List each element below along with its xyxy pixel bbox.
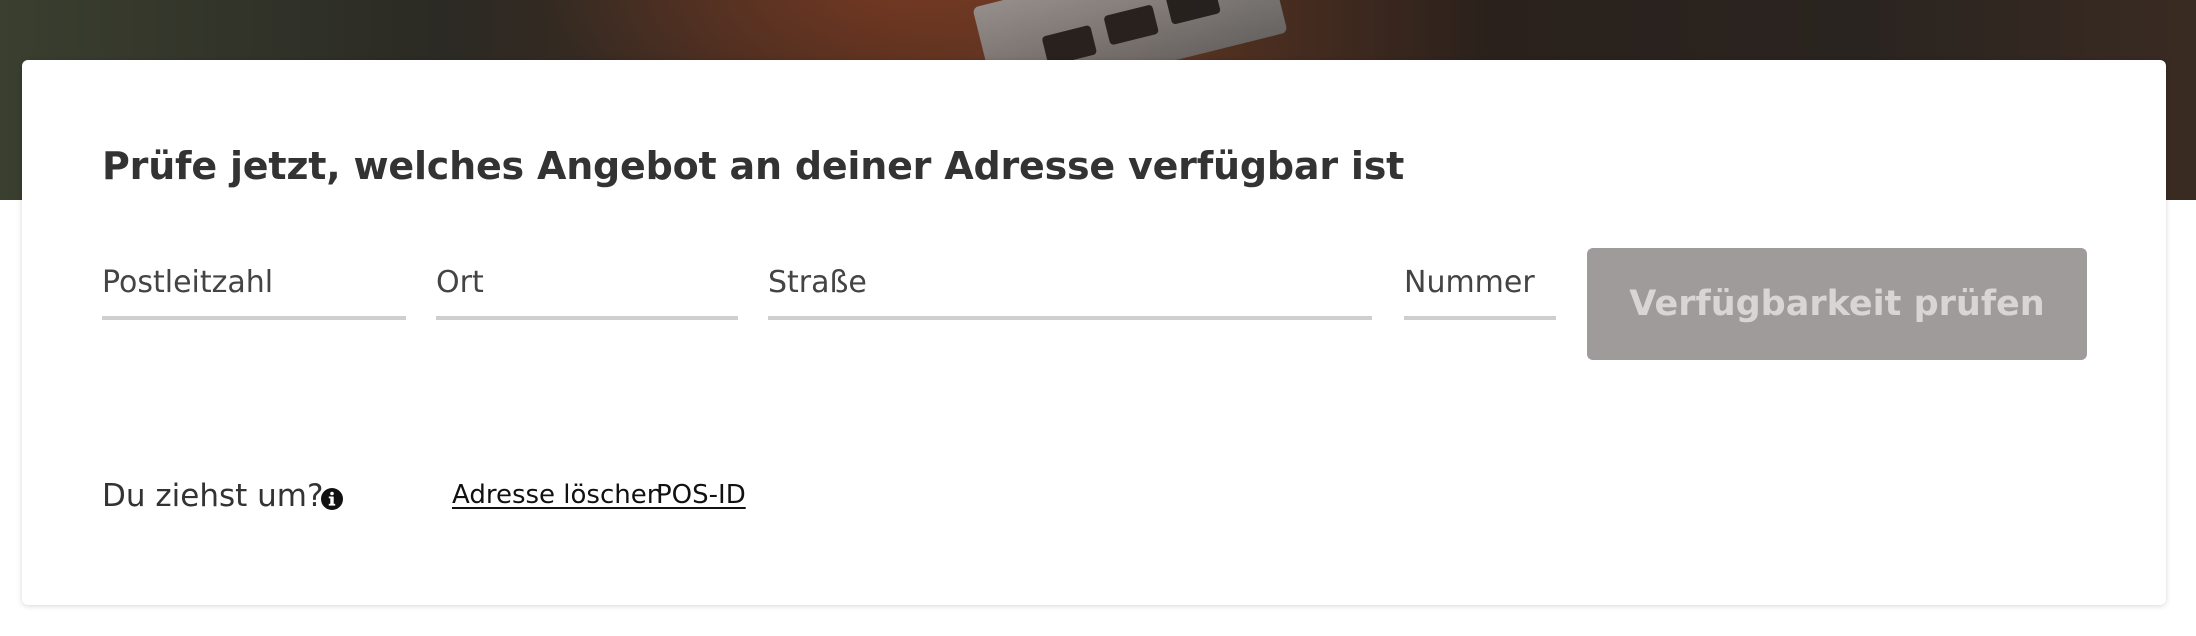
street-input[interactable] <box>768 248 1372 316</box>
laptop-key <box>1103 4 1160 46</box>
page: Prüfe jetzt, welches Angebot an deiner A… <box>0 0 2196 636</box>
pos-id-link[interactable]: POS-ID <box>656 480 746 510</box>
postal-code-field <box>102 248 406 320</box>
info-icon[interactable] <box>320 487 344 511</box>
postal-code-input[interactable] <box>102 248 406 316</box>
moving-label: Du ziehst um? <box>102 478 324 514</box>
street-field <box>768 248 1372 320</box>
city-field <box>436 248 738 320</box>
check-availability-button[interactable]: Verfügbarkeit prüfen <box>1587 248 2087 360</box>
card-title: Prüfe jetzt, welches Angebot an deiner A… <box>102 144 1405 188</box>
city-input[interactable] <box>436 248 738 316</box>
house-number-field <box>1404 248 1556 320</box>
clear-address-link[interactable]: Adresse löschen <box>452 480 663 510</box>
laptop-key <box>1165 0 1221 25</box>
availability-check-card: Prüfe jetzt, welches Angebot an deiner A… <box>22 60 2166 605</box>
house-number-input[interactable] <box>1404 248 1556 316</box>
info-icon-graphic <box>321 488 343 510</box>
